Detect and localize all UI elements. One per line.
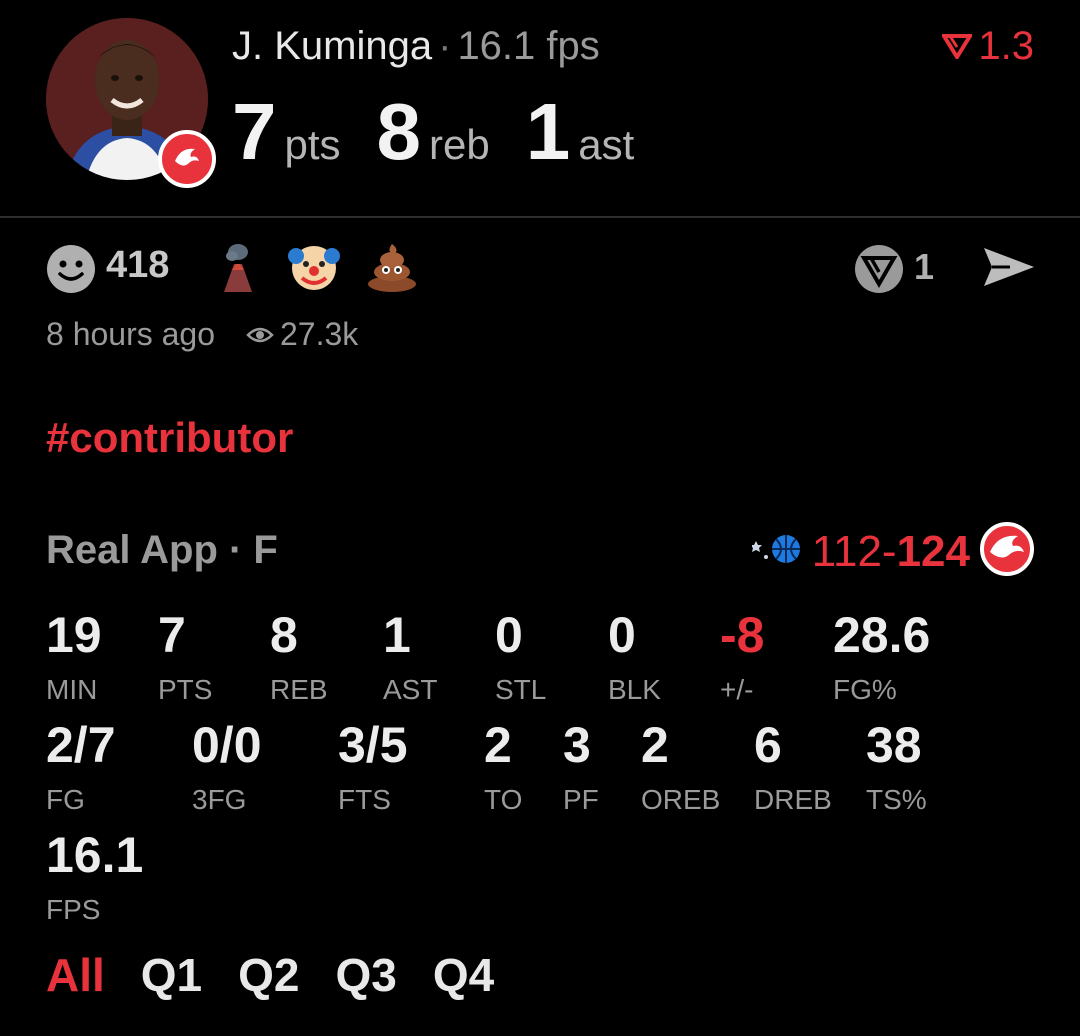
odds-value: 1.3 [978,24,1034,68]
magic-logo-icon [749,531,802,572]
stat-label: AST [383,674,438,705]
stat-points-unit: pts [284,121,341,168]
stat-value: 19 [46,607,102,663]
headline-statline: 7 pts 8 reb 1 ast [232,86,670,178]
volcano-emoji-icon[interactable] [210,238,266,294]
quarter-tabs: All Q1 Q2 Q3 Q4 [46,948,494,1002]
hashtag-link[interactable]: #contributor [46,414,293,462]
stat-value: 2 [641,717,669,773]
stat-stl: 0 STL [495,610,546,706]
stat-dreb: 6 DREB [754,720,832,816]
separator-dot: · [438,24,452,68]
stat-ts-pct: 38 TS% [866,720,927,816]
stat-label: PTS [158,674,213,705]
stat-value: 3/5 [338,717,408,773]
stat-label: STL [495,674,547,705]
stat-label: FG% [833,674,897,705]
game-label: Real App · F [46,528,278,572]
stat-value: 0/0 [192,717,262,773]
game-score[interactable]: 112-124 [749,522,1034,581]
stat-label: MIN [46,674,98,705]
hawks-logo-icon [158,130,216,188]
stat-oreb: 2 OREB [641,720,720,816]
stat-value: 0 [608,607,636,663]
stat-label: FG [46,784,85,815]
stat-fps: 16.1 FPS [46,830,143,926]
stat-label: TO [484,784,523,815]
hawks-team-icon [980,522,1034,581]
stat-rebounds-unit: reb [429,121,490,168]
stat-label: FTS [338,784,391,815]
tab-all[interactable]: All [46,948,105,1002]
home-score: 124 [896,526,970,576]
stat-value: 38 [866,717,922,773]
view-count-value: 27.3k [280,316,359,352]
stat-value: 16.1 [46,827,144,883]
stat-pts: 7 PTS [158,610,212,706]
header-divider [0,216,1080,218]
share-send-icon[interactable] [980,244,1038,295]
stat-label: REB [270,674,328,705]
stat-value: 8 [270,607,298,663]
stat-assists-value: 1 [525,87,571,176]
stat-value: -8 [720,607,765,663]
stat-fg-pct: 28.6 FG% [833,610,930,706]
stat-reb: 8 REB [270,610,328,706]
stat-label: TS% [866,784,927,815]
poop-emoji-icon[interactable] [364,238,420,294]
stat-label: BLK [608,674,661,705]
clown-emoji-icon[interactable] [286,238,342,294]
stat-value: 28.6 [833,607,931,663]
player-name[interactable]: J. Kuminga [232,24,432,68]
stat-blk: 0 BLK [608,610,661,706]
stat-3fg: 0/0 3FG [192,720,262,816]
stat-value: 7 [158,607,186,663]
stat-value: 2/7 [46,717,116,773]
view-count: 27.3k [246,316,358,353]
stat-value: 3 [563,717,591,773]
post-time-ago: 8 hours ago [46,316,216,352]
eye-icon [246,316,274,353]
stat-plus-minus: -8 +/- [720,610,764,706]
player-fps: 16.1 fps [457,24,600,68]
stat-assists-unit: ast [578,121,635,168]
stat-value: 1 [383,607,411,663]
reaction-count: 418 [106,244,170,286]
stat-label: 3FG [192,784,247,815]
stat-value: 0 [495,607,523,663]
player-header: J. Kuminga · 16.1 fps [232,24,600,69]
score-separator: - [881,526,897,576]
tab-q1[interactable]: Q1 [141,948,202,1002]
stat-points-value: 7 [232,87,277,176]
odds-badge[interactable]: 1.3 [940,24,1034,69]
stat-fts: 3/5 FTS [338,720,408,816]
stat-fg: 2/7 FG [46,720,116,816]
stat-label: OREB [641,784,721,815]
tab-q4[interactable]: Q4 [433,948,494,1002]
stat-label: PF [563,784,599,815]
away-score: 112 [811,526,882,576]
tab-q2[interactable]: Q2 [238,948,299,1002]
stat-min: 19 MIN [46,610,102,706]
stat-label: +/- [720,674,754,705]
vote-count: 1 [914,246,935,287]
stat-ast: 1 AST [383,610,437,706]
stat-label: DREB [754,784,832,815]
stat-label: FPS [46,894,101,925]
stat-value: 6 [754,717,782,773]
stat-to: 2 TO [484,720,522,816]
stat-rebounds-value: 8 [376,87,422,176]
reaction-smiley-icon[interactable] [46,244,96,294]
tab-q3[interactable]: Q3 [336,948,397,1002]
stat-pf: 3 PF [563,720,599,816]
stat-value: 2 [484,717,512,773]
vote-icon[interactable] [854,244,904,299]
real-logo-icon [940,24,974,69]
